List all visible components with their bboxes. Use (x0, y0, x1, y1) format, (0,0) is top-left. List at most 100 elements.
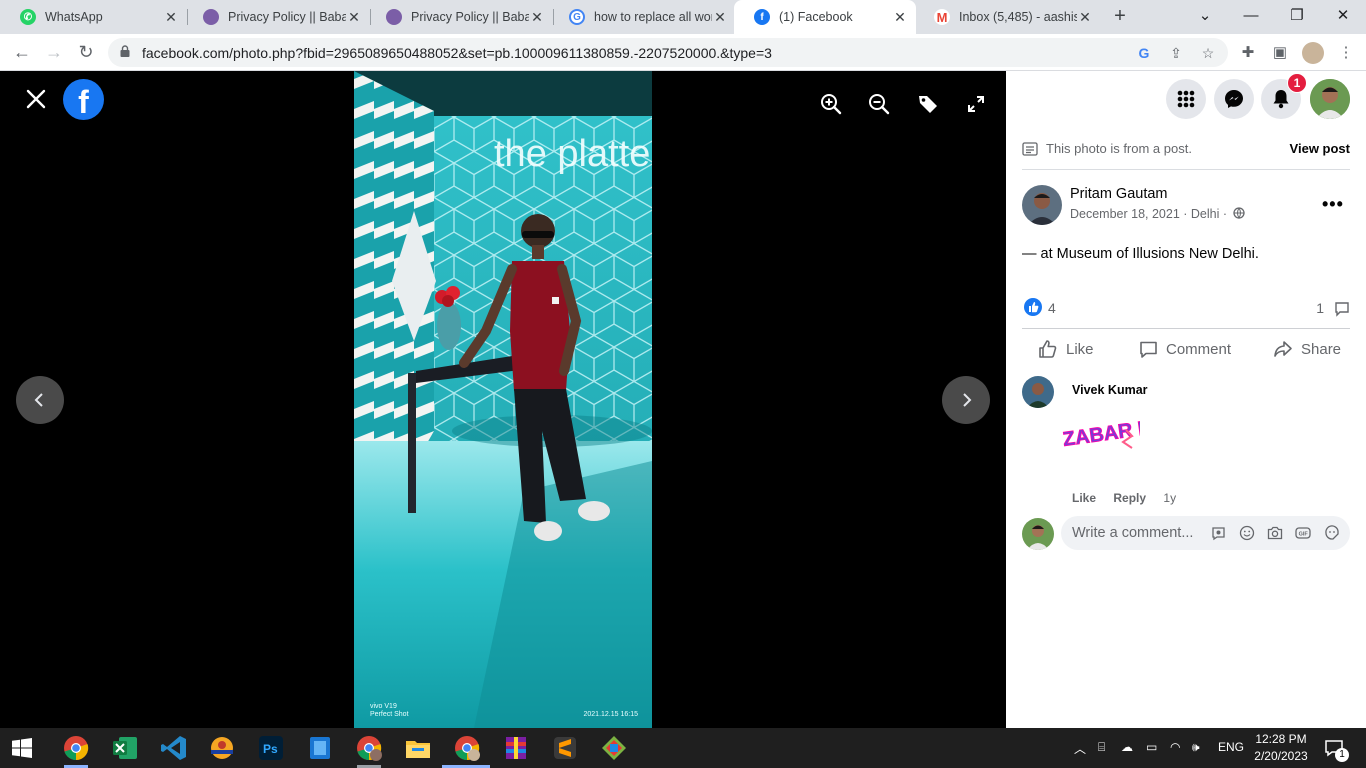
photo-sign-text: the platte (494, 133, 650, 175)
tab-title: WhatsApp (45, 10, 103, 24)
comment-reply-link[interactable]: Reply (1113, 491, 1146, 505)
close-icon[interactable] (24, 87, 48, 111)
menu-grid-button[interactable] (1166, 79, 1206, 119)
close-tab-icon[interactable]: ✕ (712, 9, 728, 26)
profile-avatar[interactable] (1302, 42, 1324, 64)
commenter-avatar[interactable] (1022, 376, 1054, 408)
tab-title: Privacy Policy || Baba S (228, 10, 346, 24)
messenger-button[interactable] (1214, 79, 1254, 119)
tab-title: (1) Facebook (779, 10, 853, 24)
view-post-link[interactable]: View post (1290, 141, 1350, 156)
show-hidden-icons[interactable]: ︿ (1074, 740, 1086, 757)
previous-photo-button[interactable] (16, 376, 64, 424)
zoom-in-icon[interactable] (820, 93, 842, 115)
next-photo-button[interactable] (942, 376, 990, 424)
chrome-profile-icon[interactable] (355, 734, 383, 762)
gmail-icon: M (934, 9, 950, 25)
cloud-icon[interactable]: ☁ (1121, 740, 1133, 754)
bell-icon (1273, 90, 1289, 109)
bookmark-star-icon[interactable]: ☆ (1198, 43, 1218, 63)
language-indicator[interactable]: ENG (1218, 740, 1244, 754)
comment-count[interactable]: 1 (1316, 300, 1324, 316)
network-device-icon[interactable]: ⌸ (1098, 740, 1105, 755)
tab-facebook[interactable]: f (1) Facebook ✕ (734, 0, 916, 34)
location-link[interactable]: Museum of Illusions New Delhi. (1057, 246, 1259, 262)
share-label: Share (1301, 340, 1342, 358)
winrar-icon[interactable] (502, 734, 530, 762)
tab-gmail[interactable]: M Inbox (5,485) - aashish ✕ (914, 0, 1101, 34)
tab-privacy-policy-2[interactable]: Privacy Policy || Baba S ✕ (366, 0, 553, 34)
vscode-icon[interactable] (160, 734, 188, 762)
volume-icon[interactable]: 🕪 (1192, 740, 1200, 755)
restore-button[interactable]: ❐ (1274, 0, 1320, 34)
close-tab-icon[interactable]: ✕ (163, 9, 179, 26)
excel-icon[interactable] (111, 734, 139, 762)
author-avatar[interactable] (1022, 185, 1062, 225)
google-lens-icon[interactable]: G (1134, 43, 1154, 63)
tab-privacy-policy-1[interactable]: Privacy Policy || Baba S ✕ (183, 0, 370, 34)
facebook-logo-icon[interactable]: f (63, 79, 104, 120)
more-options-icon[interactable]: ••• (1322, 194, 1344, 215)
minimize-button[interactable]: — (1228, 0, 1274, 34)
author-name[interactable]: Pritam Gautam (1070, 186, 1168, 202)
reaction-count[interactable]: 4 (1048, 300, 1056, 316)
account-avatar[interactable] (1310, 79, 1350, 119)
side-panel-icon[interactable]: ▣ (1270, 43, 1290, 63)
tab-google-search[interactable]: G how to replace all wor ✕ (549, 0, 736, 34)
file-app-icon[interactable] (306, 734, 334, 762)
reload-button[interactable]: ↻ (72, 39, 100, 67)
battery-icon[interactable]: ▭ (1146, 740, 1157, 754)
photo-timestamp: 2021.12.15 16:15 (583, 711, 639, 718)
comment-author[interactable]: Vivek Kumar (1072, 383, 1148, 397)
messenger-icon (1225, 90, 1243, 108)
share-icon[interactable]: ⇪ (1166, 43, 1186, 63)
sublime-text-icon[interactable] (551, 734, 579, 762)
tab-search-button[interactable]: ⌄ (1182, 0, 1228, 34)
sticker-icon[interactable] (1324, 525, 1340, 541)
site-icon (386, 9, 402, 25)
close-tab-icon[interactable]: ✕ (1077, 9, 1093, 26)
extensions-icon[interactable]: ✚ (1238, 43, 1258, 63)
zoom-out-icon[interactable] (868, 93, 890, 115)
photoshop-icon[interactable]: Ps (257, 734, 285, 762)
comment-like-link[interactable]: Like (1072, 491, 1096, 505)
fullscreen-icon[interactable] (965, 93, 987, 115)
windows-start-icon[interactable] (12, 738, 32, 758)
wifi-icon[interactable]: ◠ (1170, 740, 1180, 754)
back-button[interactable]: ← (8, 39, 36, 67)
close-tab-icon[interactable]: ✕ (529, 9, 545, 26)
post-meta: December 18, 2021 · Delhi · (1070, 207, 1245, 221)
chrome-active-icon[interactable] (453, 734, 481, 762)
like-button[interactable]: Like (1038, 333, 1094, 365)
avatar-sticker-icon[interactable] (1211, 525, 1227, 541)
my-avatar[interactable] (1022, 518, 1054, 550)
share-button[interactable]: Share (1273, 333, 1341, 365)
gif-icon[interactable]: GIF (1295, 525, 1311, 541)
app-icon[interactable] (208, 734, 236, 762)
comment-input[interactable]: Write a comment... GIF (1061, 516, 1350, 550)
tab-whatsapp[interactable]: ✆ WhatsApp ✕ (0, 0, 187, 34)
close-window-button[interactable]: ✕ (1320, 0, 1366, 34)
comment-button[interactable]: Comment (1139, 333, 1231, 365)
comment-age[interactable]: 1y (1163, 491, 1176, 505)
comment-bubble-icon[interactable] (1334, 301, 1350, 317)
post-text: — at Museum of Illusions New Delhi. (1022, 246, 1259, 262)
like-reaction-icon[interactable] (1024, 298, 1042, 316)
tab-title: how to replace all wor (594, 10, 712, 24)
person-photo-icon (1310, 79, 1350, 119)
tag-icon[interactable] (917, 93, 939, 115)
chrome-icon[interactable] (62, 734, 90, 762)
close-tab-icon[interactable]: ✕ (892, 9, 908, 26)
system-clock[interactable]: 12:28 PM 2/20/2023 (1250, 731, 1312, 765)
git-tool-icon[interactable] (600, 734, 628, 762)
address-bar[interactable]: facebook.com/photo.php?fbid=296508965048… (108, 38, 1228, 67)
comment-actions: Like Reply 1y (1072, 491, 1190, 505)
forward-button[interactable]: → (40, 39, 68, 67)
menu-icon[interactable]: ⋮ (1336, 43, 1356, 63)
camera-icon[interactable] (1267, 525, 1283, 541)
emoji-icon[interactable] (1239, 525, 1255, 541)
clock-time: 12:28 PM (1255, 732, 1307, 746)
new-tab-button[interactable]: + (1108, 5, 1132, 29)
file-explorer-icon[interactable] (404, 734, 432, 762)
close-tab-icon[interactable]: ✕ (346, 9, 362, 26)
